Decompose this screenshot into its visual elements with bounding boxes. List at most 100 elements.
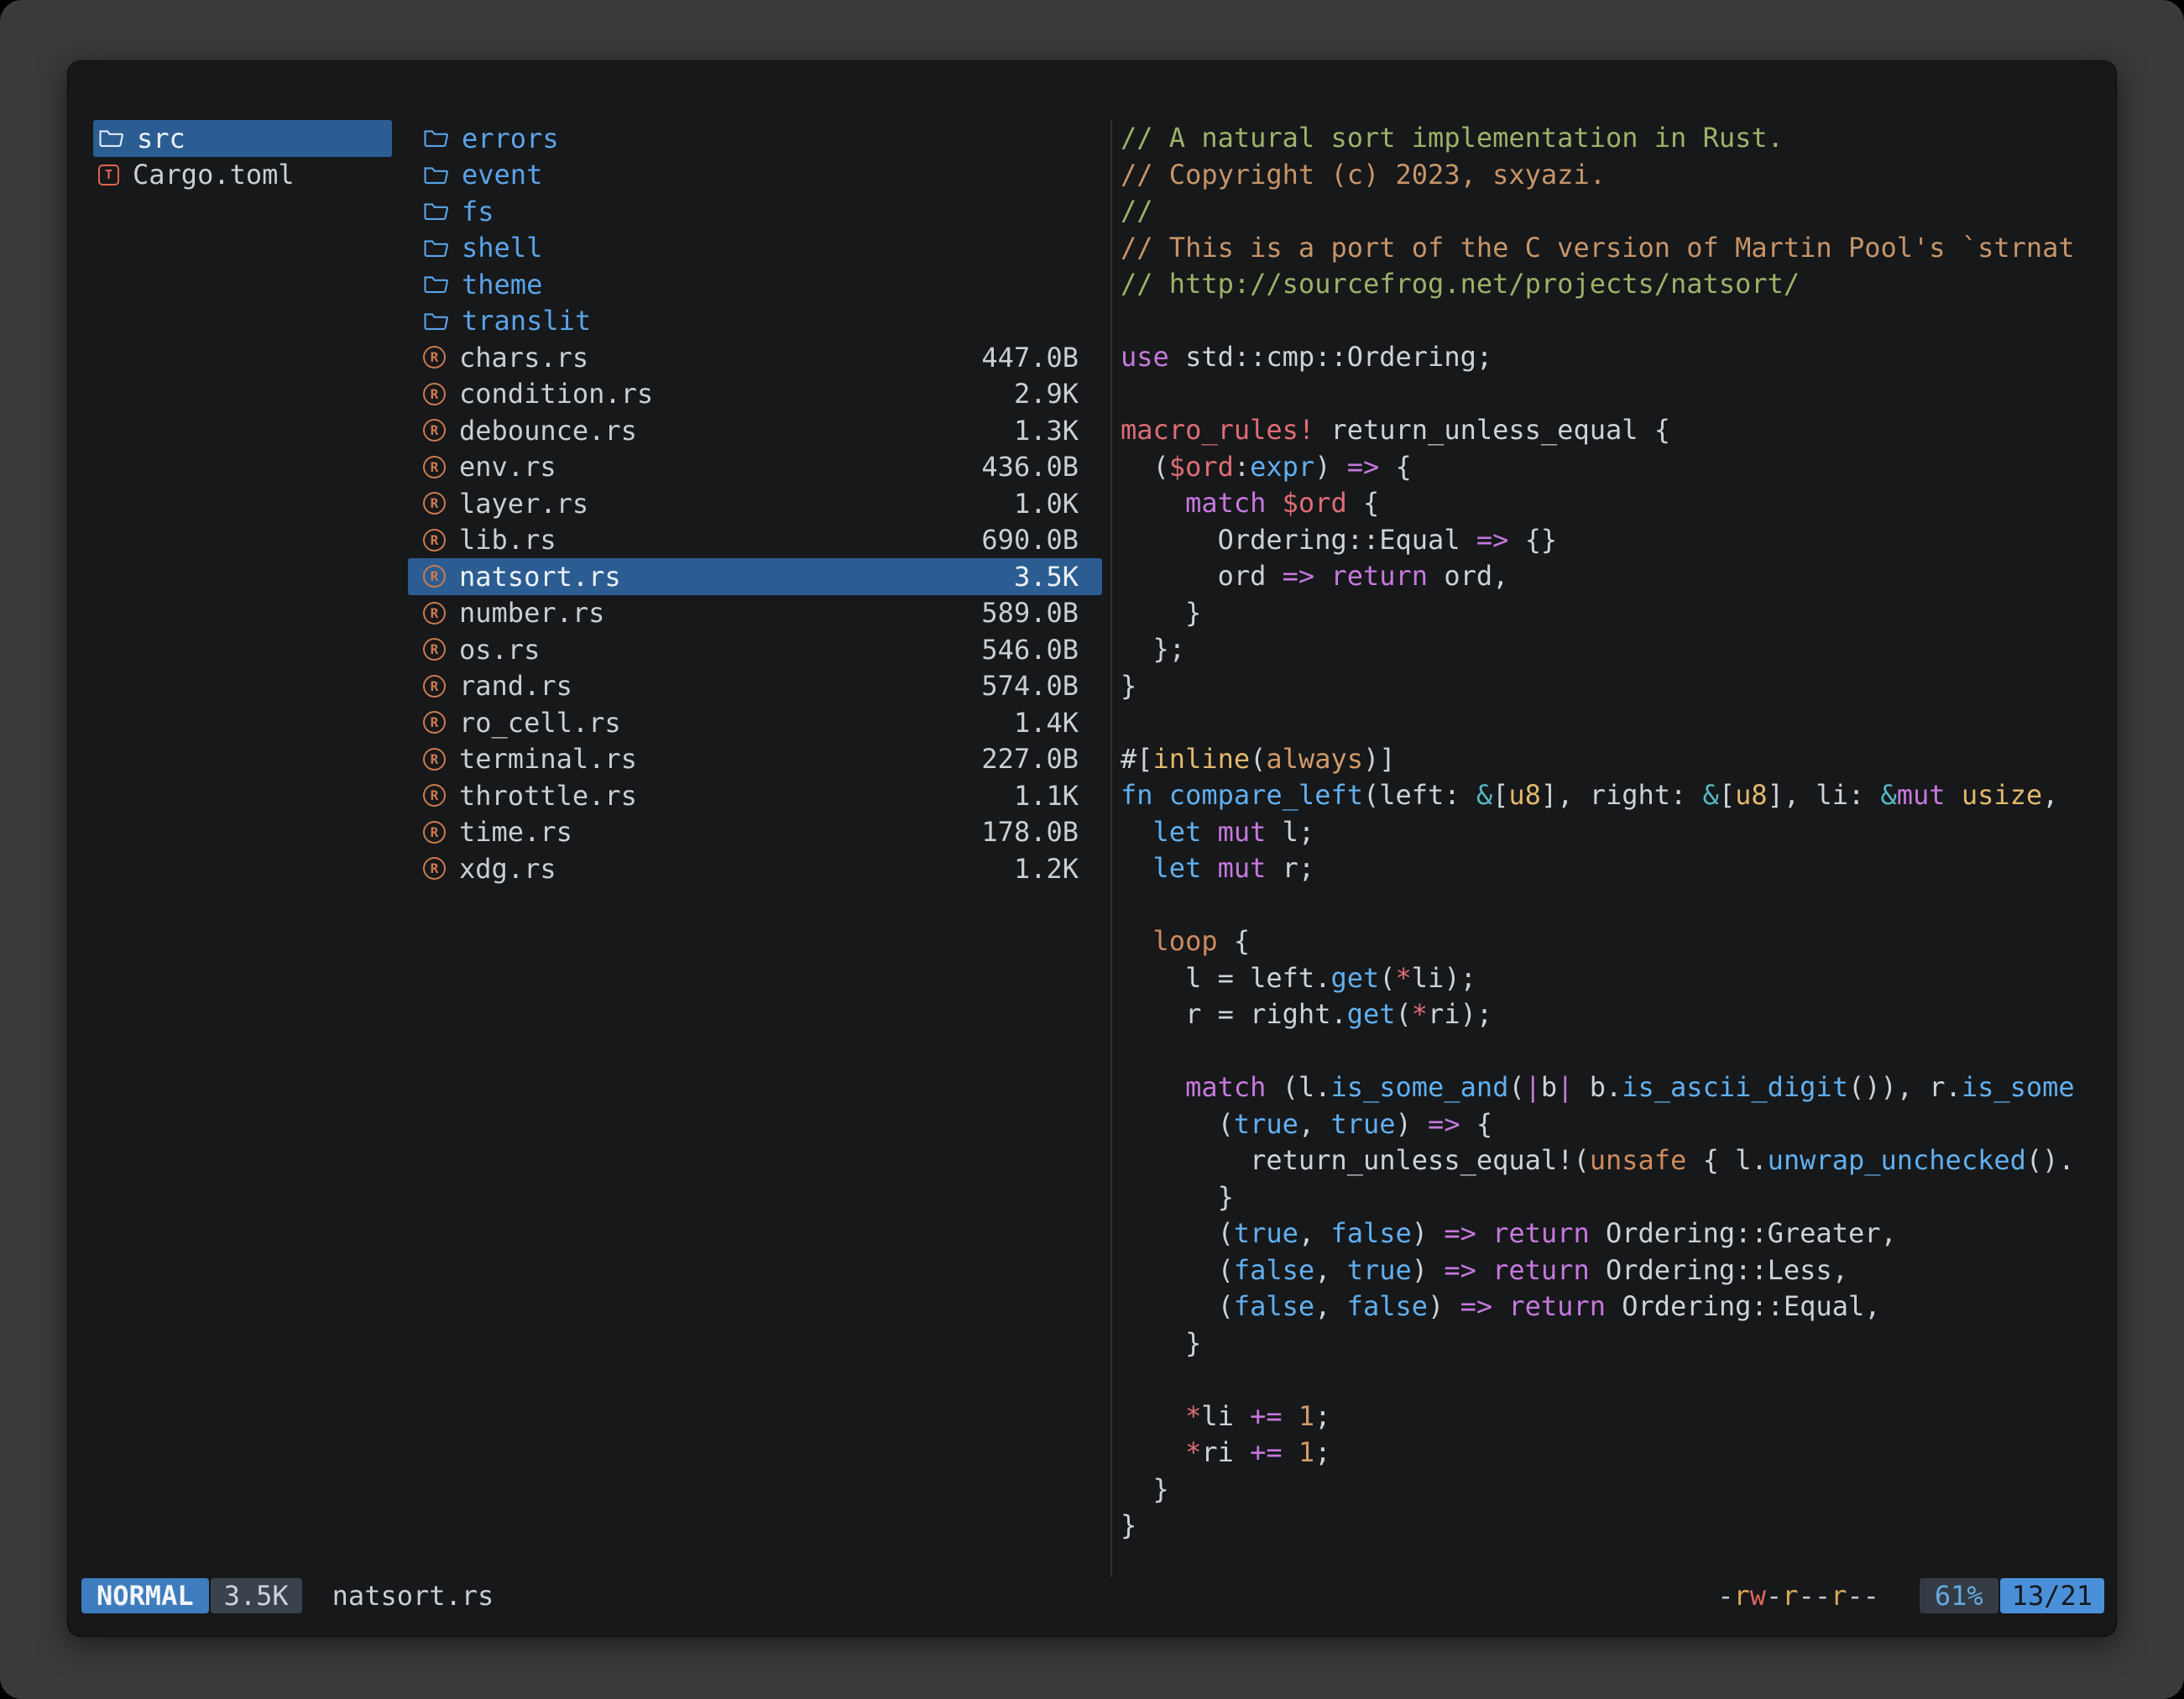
dir-row-translit[interactable]: translit — [408, 303, 1102, 340]
code-line: // — [1121, 193, 2111, 230]
code-line: } — [1121, 595, 2111, 632]
dir-row-src[interactable]: src — [93, 120, 392, 157]
code-line — [1121, 1033, 2111, 1070]
rust-file-icon: R — [423, 711, 446, 734]
entry-size: 436.0B — [981, 451, 1079, 483]
code-line: l = left.get(*li); — [1121, 960, 2111, 997]
code-line: (true, false) => return Ordering::Greate… — [1121, 1215, 2111, 1252]
code-line: r = right.get(*ri); — [1121, 996, 2111, 1033]
code-line — [1121, 1362, 2111, 1398]
code-line: (true, true) => { — [1121, 1106, 2111, 1143]
code-line: loop { — [1121, 923, 2111, 960]
code-line — [1121, 704, 2111, 741]
file-row-Cargo.toml[interactable]: T Cargo.toml — [93, 157, 392, 194]
entry-name: shell — [462, 232, 1079, 264]
code-line: match $ord { — [1121, 485, 2111, 522]
code-line — [1121, 887, 2111, 924]
file-row-time.rs[interactable]: Rtime.rs178.0B — [408, 814, 1102, 851]
entry-name: number.rs — [459, 597, 981, 629]
entry-size: 1.3K — [1014, 415, 1079, 447]
rust-file-icon: R — [423, 602, 446, 625]
file-row-throttle.rs[interactable]: Rthrottle.rs1.1K — [408, 777, 1102, 814]
file-row-natsort.rs[interactable]: Rnatsort.rs3.5K — [408, 558, 1102, 595]
rust-file-icon: R — [423, 383, 446, 405]
dir-row-theme[interactable]: theme — [408, 266, 1102, 303]
rust-file-icon: R — [423, 346, 446, 369]
file-preview-pane[interactable]: // A natural sort implementation in Rust… — [1121, 120, 2111, 1555]
file-row-xdg.rs[interactable]: Rxdg.rs1.2K — [408, 850, 1102, 887]
file-row-ro_cell.rs[interactable]: Rro_cell.rs1.4K — [408, 704, 1102, 741]
entry-name: terminal.rs — [459, 743, 981, 775]
entry-name: debounce.rs — [459, 415, 1014, 447]
code-line: fn compare_left(left: &[u8], right: &[u8… — [1121, 777, 2111, 814]
entry-name: ro_cell.rs — [459, 707, 1014, 739]
dir-row-event[interactable]: event — [408, 157, 1102, 194]
code-line — [1121, 303, 2111, 340]
folder-icon — [423, 162, 448, 187]
entry-size: 178.0B — [981, 816, 1079, 848]
rust-file-icon: R — [423, 492, 446, 515]
code-line: *li += 1; — [1121, 1398, 2111, 1435]
rust-file-icon: R — [423, 565, 446, 588]
entry-name: chars.rs — [459, 342, 981, 374]
file-row-lib.rs[interactable]: Rlib.rs690.0B — [408, 522, 1102, 559]
code-line: (false, true) => return Ordering::Less, — [1121, 1252, 2111, 1289]
code-line: macro_rules! return_unless_equal { — [1121, 412, 2111, 449]
code-line: // This is a port of the C version of Ma… — [1121, 230, 2111, 267]
file-row-condition.rs[interactable]: Rcondition.rs2.9K — [408, 376, 1102, 413]
entry-size: 447.0B — [981, 342, 1079, 374]
file-size-badge: 3.5K — [211, 1578, 302, 1613]
dir-row-shell[interactable]: shell — [408, 230, 1102, 267]
file-row-terminal.rs[interactable]: Rterminal.rs227.0B — [408, 741, 1102, 778]
dir-row-errors[interactable]: errors — [408, 120, 1102, 157]
status-bar: NORMAL 3.5K natsort.rs -rw-r--r-- 61% 13… — [81, 1577, 2104, 1614]
entry-name: theme — [462, 269, 1079, 301]
code-line: } — [1121, 668, 2111, 705]
entry-name: time.rs — [459, 816, 981, 848]
dir-row-fs[interactable]: fs — [408, 193, 1102, 230]
code-line: use std::cmp::Ordering; — [1121, 339, 2111, 376]
folder-icon — [423, 235, 448, 260]
entry-name: env.rs — [459, 451, 981, 483]
entry-size: 690.0B — [981, 524, 1079, 556]
rust-file-icon: R — [423, 419, 446, 442]
folder-icon — [423, 272, 448, 297]
entry-size: 2.9K — [1014, 378, 1079, 410]
file-permissions: -rw-r--r-- — [1717, 1580, 1879, 1612]
file-row-env.rs[interactable]: Renv.rs436.0B — [408, 449, 1102, 486]
entry-name: Cargo.toml — [133, 159, 392, 191]
code-line: } — [1121, 1472, 2111, 1508]
code-line: *ri += 1; — [1121, 1435, 2111, 1472]
status-filename: natsort.rs — [332, 1580, 494, 1612]
entry-name: rand.rs — [459, 670, 981, 702]
code-line: // Copyright (c) 2023, sxyazi. — [1121, 157, 2111, 194]
file-row-chars.rs[interactable]: Rchars.rs447.0B — [408, 339, 1102, 376]
parent-directory-pane[interactable]: src T Cargo.toml — [93, 120, 392, 193]
folder-icon — [98, 126, 123, 151]
file-row-number.rs[interactable]: Rnumber.rs589.0B — [408, 595, 1102, 632]
code-line: }; — [1121, 631, 2111, 668]
toml-file-icon: T — [98, 165, 119, 186]
pane-divider — [1110, 120, 1112, 1577]
file-row-os.rs[interactable]: Ros.rs546.0B — [408, 631, 1102, 668]
code-line: #[inline(always)] — [1121, 741, 2111, 778]
code-line: // A natural sort implementation in Rust… — [1121, 120, 2111, 157]
entry-name: layer.rs — [459, 488, 1014, 520]
entry-name: event — [462, 159, 1079, 191]
file-row-debounce.rs[interactable]: Rdebounce.rs1.3K — [408, 412, 1102, 449]
entry-name: errors — [462, 123, 1079, 154]
current-directory-pane[interactable]: errorseventfsshellthemetranslitRchars.rs… — [408, 120, 1102, 887]
entry-size: 1.2K — [1014, 853, 1079, 885]
code-line: // http://sourcefrog.net/projects/natsor… — [1121, 266, 2111, 303]
entry-size: 1.1K — [1014, 780, 1079, 812]
code-line: ord => return ord, — [1121, 558, 2111, 595]
rust-file-icon: R — [423, 638, 446, 661]
code-line: Ordering::Equal => {} — [1121, 522, 2111, 559]
file-row-layer.rs[interactable]: Rlayer.rs1.0K — [408, 485, 1102, 522]
rust-file-icon: R — [423, 675, 446, 698]
screenshot-root: src T Cargo.toml errors eventfsshell themetr… — [0, 0, 2184, 1699]
rust-file-icon: R — [423, 529, 446, 552]
file-row-rand.rs[interactable]: Rrand.rs574.0B — [408, 668, 1102, 705]
code-line: } — [1121, 1508, 2111, 1545]
rust-file-icon: R — [423, 821, 446, 844]
